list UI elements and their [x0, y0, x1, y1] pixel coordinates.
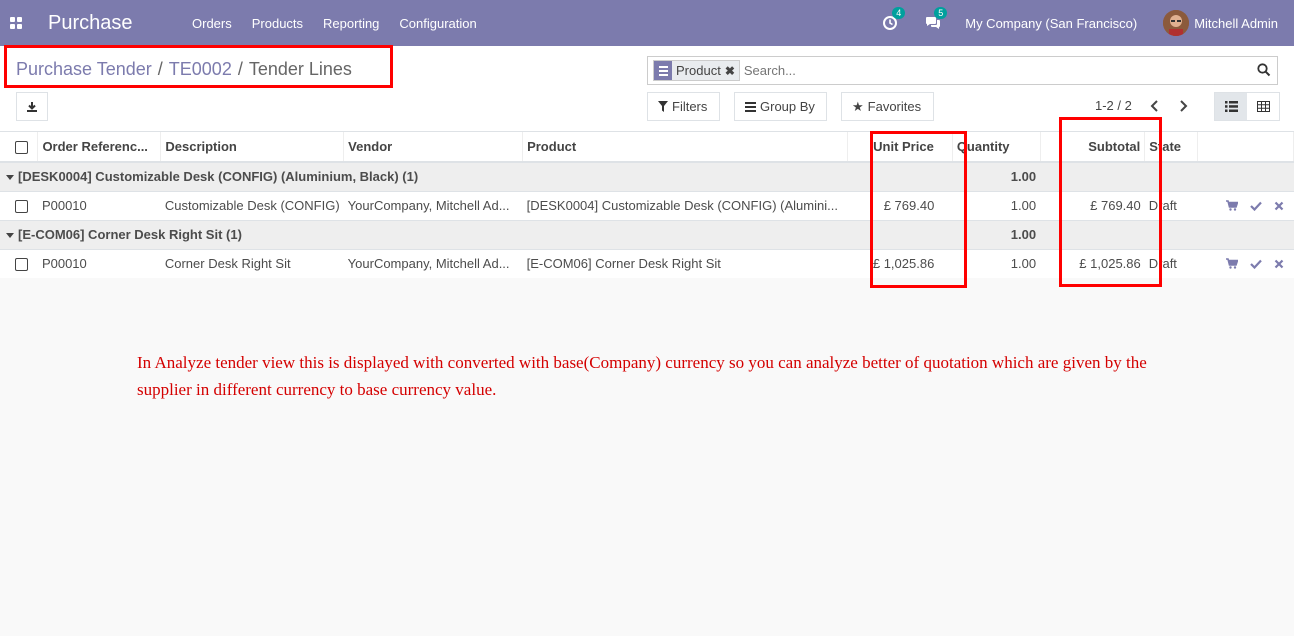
cell-actions: [1197, 248, 1294, 278]
cell-actions: [1197, 190, 1294, 220]
cart-icon[interactable]: [1225, 258, 1238, 269]
menu-products[interactable]: Products: [242, 16, 313, 31]
user-menu[interactable]: Mitchell Admin: [1194, 16, 1278, 31]
avatar-image-icon: [1163, 10, 1190, 36]
group-label-text: [E-COM06] Corner Desk Right Sit (1): [18, 227, 242, 242]
menu-orders[interactable]: Orders: [182, 16, 242, 31]
list-view-button[interactable]: [1215, 93, 1247, 120]
col-order-reference[interactable]: Order Referenc...: [37, 132, 162, 163]
cell-description[interactable]: Customizable Desk (CONFIG): [160, 190, 344, 220]
user-avatar[interactable]: [1163, 10, 1190, 36]
facet-remove-icon[interactable]: ✖: [725, 64, 739, 78]
search-input[interactable]: [743, 63, 1244, 78]
subtotal-highlight-box: [1059, 117, 1162, 287]
close-icon[interactable]: [1274, 201, 1284, 211]
cart-icon[interactable]: [1225, 200, 1238, 211]
group-label[interactable]: [DESK0004] Customizable Desk (CONFIG) (A…: [0, 161, 848, 191]
star-icon: ★: [852, 98, 864, 114]
favorites-button[interactable]: ★ Favorites: [841, 92, 934, 121]
filters-label: Filters: [672, 99, 708, 114]
group-by-icon: [654, 61, 672, 80]
pager-next-icon[interactable]: [1178, 99, 1188, 113]
caret-down-icon: [6, 175, 14, 181]
favorites-label: Favorites: [867, 99, 922, 114]
group-empty: [1144, 161, 1294, 191]
col-product[interactable]: Product: [522, 132, 849, 163]
menu-reporting[interactable]: Reporting: [313, 16, 389, 31]
top-navbar: Purchase Orders Products Reporting Confi…: [0, 0, 1294, 46]
view-switcher: [1214, 92, 1280, 121]
group-label-text: [DESK0004] Customizable Desk (CONFIG) (A…: [18, 169, 419, 185]
menu-configuration[interactable]: Configuration: [389, 16, 486, 31]
group-empty: [1144, 219, 1294, 249]
col-actions: [1197, 132, 1294, 163]
group-by-button[interactable]: Group By: [734, 92, 827, 121]
activity-count-badge: 4: [892, 7, 906, 19]
annotation-note: In Analyze tender view this is displayed…: [137, 353, 1147, 399]
pager-previous-icon[interactable]: [1150, 99, 1160, 113]
row-checkbox[interactable]: [15, 258, 28, 272]
app-brand[interactable]: Purchase: [48, 12, 182, 35]
breadcrumb-highlight-box: [4, 45, 393, 88]
col-vendor[interactable]: Vendor: [343, 132, 524, 163]
export-button[interactable]: [16, 92, 48, 121]
row-select-cell: [0, 248, 38, 278]
group-by-label: Group By: [760, 99, 815, 114]
check-icon[interactable]: [1249, 201, 1262, 211]
cell-product[interactable]: [DESK0004] Customizable Desk (CONFIG) (A…: [522, 190, 848, 220]
download-icon: [27, 101, 37, 112]
cell-description[interactable]: Corner Desk Right Sit: [160, 248, 344, 278]
col-description[interactable]: Description: [160, 132, 345, 163]
search-bar: Product ✖: [647, 56, 1278, 85]
select-all-cell: [0, 132, 39, 163]
caret-down-icon: [6, 233, 14, 239]
pager-value[interactable]: 1-2 / 2: [1095, 98, 1132, 113]
cell-order-reference[interactable]: P00010: [37, 248, 161, 278]
facet-label: Product: [676, 63, 721, 78]
bars-icon: [745, 101, 756, 112]
filter-icon: [658, 101, 668, 112]
search-icon[interactable]: [1257, 63, 1271, 77]
select-all-checkbox[interactable]: [15, 141, 28, 155]
cell-vendor[interactable]: YourCompany, Mitchell Ad...: [343, 190, 523, 220]
list-icon: [1224, 101, 1238, 112]
filters-button[interactable]: Filters: [647, 92, 720, 121]
apps-grid-icon: [10, 17, 22, 29]
pivot-view-button[interactable]: [1247, 93, 1279, 120]
search-facet-product: Product ✖: [653, 60, 740, 81]
table-icon: [1256, 101, 1270, 112]
group-label[interactable]: [E-COM06] Corner Desk Right Sit (1): [0, 219, 848, 249]
cell-product[interactable]: [E-COM06] Corner Desk Right Sit: [522, 248, 848, 278]
row-select-cell: [0, 190, 38, 220]
systray: 4 5 My Company (San Francisco) Mitchell …: [883, 0, 1294, 46]
unit-price-highlight-box: [870, 131, 967, 288]
check-icon[interactable]: [1249, 259, 1262, 269]
row-checkbox[interactable]: [15, 200, 28, 214]
apps-menu-button[interactable]: [0, 0, 32, 46]
cell-order-reference[interactable]: P00010: [37, 190, 161, 220]
company-switcher[interactable]: My Company (San Francisco): [965, 16, 1137, 31]
messages-button[interactable]: 5: [925, 7, 948, 30]
cell-vendor[interactable]: YourCompany, Mitchell Ad...: [343, 248, 523, 278]
main-menu: Orders Products Reporting Configuration: [182, 16, 487, 31]
activity-button[interactable]: 4: [883, 7, 906, 30]
close-icon[interactable]: [1274, 259, 1284, 269]
message-count-badge: 5: [934, 7, 948, 19]
